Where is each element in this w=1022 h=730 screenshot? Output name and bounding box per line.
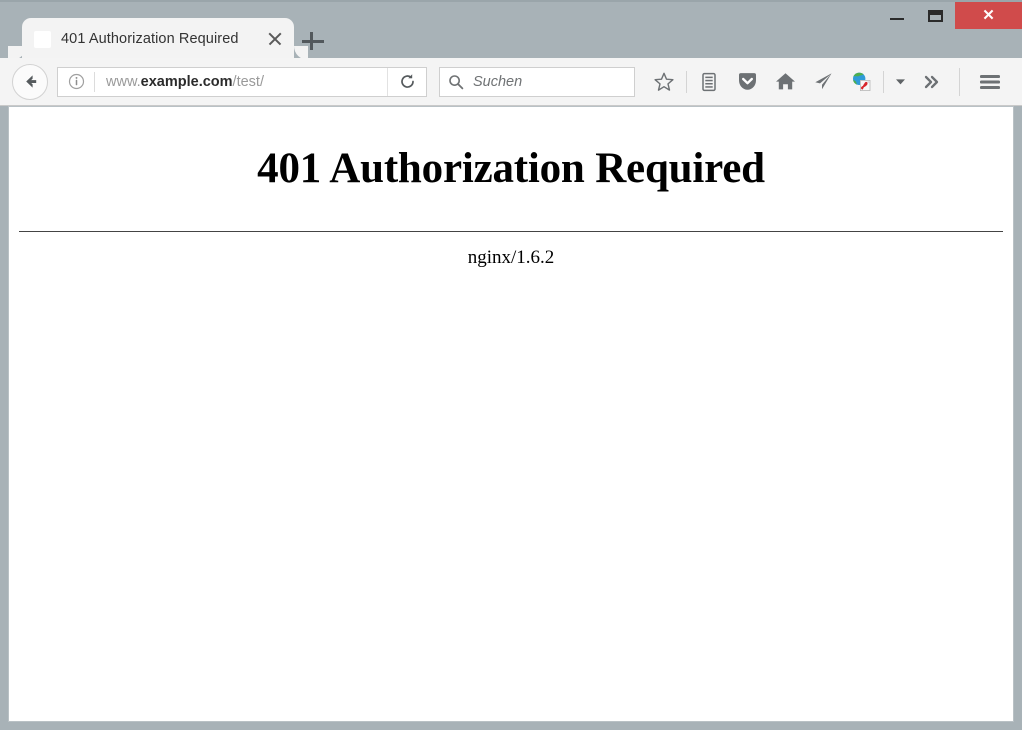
page-title: 401 Authorization Required <box>257 145 765 192</box>
back-button[interactable] <box>12 63 48 100</box>
search-input[interactable]: Suchen <box>473 74 522 90</box>
url-prefix: www. <box>106 73 141 90</box>
window-controls: ✕ <box>877 2 1022 29</box>
bookmark-star-button[interactable] <box>645 65 683 99</box>
hamburger-menu-icon <box>978 72 1002 92</box>
info-circle-icon <box>68 73 85 90</box>
star-icon <box>653 71 675 93</box>
paper-plane-icon <box>812 70 835 93</box>
overflow-button[interactable] <box>913 65 951 99</box>
title-bar: 401 Authorization Required ✕ <box>0 0 1022 60</box>
web-to-pdf-button[interactable] <box>842 65 880 99</box>
toolbar-separator-2 <box>883 70 884 93</box>
search-icon <box>448 74 464 90</box>
close-button[interactable]: ✕ <box>955 2 1022 29</box>
pocket-button[interactable] <box>728 65 766 99</box>
browser-tab-active[interactable]: 401 Authorization Required <box>22 18 308 60</box>
home-button[interactable] <box>766 65 804 99</box>
url-path: /test/ <box>232 73 264 90</box>
url-bar[interactable]: www.example.com/test/ <box>57 66 427 97</box>
pocket-shield-icon <box>736 70 759 93</box>
reload-icon <box>399 73 416 90</box>
reading-list-icon <box>698 71 720 93</box>
identity-box[interactable] <box>58 71 95 92</box>
double-chevron-right-icon <box>921 71 943 93</box>
new-tab-button[interactable] <box>300 28 326 54</box>
reading-list-button[interactable] <box>690 65 728 99</box>
toolbar-icon-group <box>645 65 1012 99</box>
close-icon: ✕ <box>982 7 995 24</box>
maximize-button[interactable] <box>916 2 955 29</box>
chevron-down-icon <box>893 74 908 89</box>
globe-pdf-icon <box>850 70 873 93</box>
reload-button[interactable] <box>387 67 426 96</box>
toolbar-separator-1 <box>686 70 687 93</box>
navigation-toolbar: www.example.com/test/ Suchen <box>0 58 1022 106</box>
tab-title: 401 Authorization Required <box>61 31 239 47</box>
toolbar-separator-3 <box>959 67 960 96</box>
tab-favicon-blank <box>34 30 51 48</box>
url-host: example.com <box>140 73 233 90</box>
tab-close-icon[interactable] <box>264 28 286 50</box>
minimize-button[interactable] <box>877 2 916 29</box>
search-bar[interactable]: Suchen <box>439 66 635 97</box>
content-frame: 401 Authorization Required nginx/1.6.2 <box>0 106 1022 730</box>
page-viewport: 401 Authorization Required nginx/1.6.2 <box>8 106 1014 722</box>
web-to-pdf-dropdown[interactable] <box>887 65 913 99</box>
url-input[interactable]: www.example.com/test/ <box>95 74 387 90</box>
send-button[interactable] <box>804 65 842 99</box>
menu-button[interactable] <box>968 65 1012 99</box>
browser-window: 401 Authorization Required ✕ www.example… <box>0 0 1022 730</box>
server-signature: nginx/1.6.2 <box>467 247 555 268</box>
back-arrow-icon <box>21 72 40 91</box>
home-icon <box>774 70 797 93</box>
